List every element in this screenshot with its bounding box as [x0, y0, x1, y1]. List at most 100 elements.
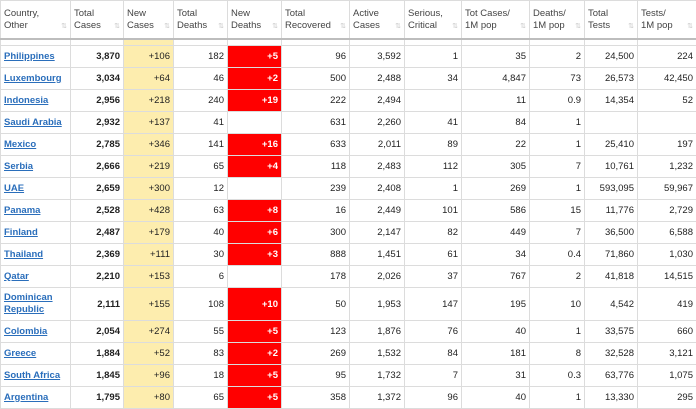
country-link[interactable]: Qatar	[4, 271, 29, 282]
cell-total-tests: 10,761	[585, 156, 638, 178]
cell-total-deaths: 6	[174, 266, 228, 288]
sort-icon[interactable]: ⇅	[575, 23, 581, 30]
country-link[interactable]: South Africa	[4, 370, 60, 381]
cell-deaths-per-million: 7	[530, 222, 585, 244]
cell-active-cases: 3,592	[350, 46, 405, 68]
sort-icon[interactable]: ⇅	[520, 23, 526, 30]
column-header-total-tests[interactable]: TotalTests⇅	[585, 1, 638, 40]
cell-new-deaths: +4	[228, 156, 282, 178]
cell-new-deaths: +2	[228, 343, 282, 365]
country-link[interactable]: Saudi Arabia	[4, 117, 62, 128]
column-header-cases-per-million[interactable]: Tot Cases/1M pop⇅	[462, 1, 530, 40]
sort-icon[interactable]: ⇅	[61, 23, 67, 30]
column-header-serious-critical[interactable]: Serious,Critical⇅	[405, 1, 462, 40]
cell-country: Panama	[1, 200, 71, 222]
cell-total-cases: 3,034	[71, 68, 124, 90]
country-link[interactable]: Greece	[4, 348, 36, 359]
cell-total-cases: 2,054	[71, 321, 124, 343]
cell-active-cases: 1,532	[350, 343, 405, 365]
cell-total-recovered: 118	[282, 156, 350, 178]
cell-cases-per-million: 40	[462, 387, 530, 409]
sort-icon[interactable]: ⇅	[114, 23, 120, 30]
cell-country: Indonesia	[1, 90, 71, 112]
column-header-active-cases[interactable]: ActiveCases⇅	[350, 1, 405, 40]
cell-total-deaths: 83	[174, 343, 228, 365]
table-row: Saudi Arabia2,932+137416312,26041841	[1, 112, 696, 134]
cell-total-deaths: 240	[174, 90, 228, 112]
country-link[interactable]: Thailand	[4, 249, 43, 260]
cell-new-cases: +64	[124, 68, 174, 90]
cell-cases-per-million: 11	[462, 90, 530, 112]
sort-icon[interactable]: ⇅	[628, 23, 634, 30]
column-header-country[interactable]: Country,Other⇅	[1, 1, 71, 40]
column-header-new-deaths[interactable]: NewDeaths⇅	[228, 1, 282, 40]
cell-cases-per-million: 449	[462, 222, 530, 244]
column-header-label: Critical	[408, 20, 437, 31]
sort-icon[interactable]: ⇅	[272, 23, 278, 30]
column-header-total-recovered[interactable]: TotalRecovered ⇅	[282, 1, 350, 40]
cell-deaths-per-million: 1	[530, 134, 585, 156]
header-row: Country,Other⇅TotalCases⇅NewCases⇅TotalD…	[1, 1, 696, 40]
cell-active-cases: 2,483	[350, 156, 405, 178]
column-header-new-cases[interactable]: NewCases⇅	[124, 1, 174, 40]
cell-active-cases: 2,488	[350, 68, 405, 90]
country-link[interactable]: UAE	[4, 183, 24, 194]
country-link[interactable]: Indonesia	[4, 95, 48, 106]
cell-total-recovered: 631	[282, 112, 350, 134]
cell-new-cases: +52	[124, 343, 174, 365]
cell-new-deaths: +3	[228, 244, 282, 266]
country-link[interactable]: Luxembourg	[4, 73, 62, 84]
cell-total-deaths: 41	[174, 112, 228, 134]
cell-new-deaths: +5	[228, 387, 282, 409]
table-row: Argentina1,795+8065+53581,3729640113,330…	[1, 387, 696, 409]
cell-tests-per-million: 419	[638, 288, 696, 321]
column-header-tests-per-million[interactable]: Tests/1M pop⇅	[638, 1, 696, 40]
country-link[interactable]: Panama	[4, 205, 40, 216]
cell-cases-per-million: 305	[462, 156, 530, 178]
table-row: Philippines3,870+106182+5963,592135224,5…	[1, 46, 696, 68]
cell-total-cases: 2,666	[71, 156, 124, 178]
cell-total-tests: 4,542	[585, 288, 638, 321]
country-link[interactable]: Mexico	[4, 139, 36, 150]
cell-active-cases: 1,451	[350, 244, 405, 266]
cell-tests-per-million: 224	[638, 46, 696, 68]
sort-icon[interactable]: ⇅	[395, 23, 401, 30]
cell-total-tests: 26,573	[585, 68, 638, 90]
cell-active-cases: 1,953	[350, 288, 405, 321]
country-link[interactable]: Argentina	[4, 392, 48, 403]
column-header-total-deaths[interactable]: TotalDeaths⇅	[174, 1, 228, 40]
sort-icon[interactable]: ⇅	[164, 23, 170, 30]
column-header-label: Total	[285, 8, 305, 19]
sort-icon[interactable]: ⇅	[687, 23, 693, 30]
cell-serious-critical: 1	[405, 178, 462, 200]
cell-cases-per-million: 586	[462, 200, 530, 222]
country-link[interactable]: Serbia	[4, 161, 33, 172]
cell-deaths-per-million: 10	[530, 288, 585, 321]
country-link[interactable]: Colombia	[4, 326, 47, 337]
cell-serious-critical: 96	[405, 387, 462, 409]
cell-serious-critical: 61	[405, 244, 462, 266]
sort-icon[interactable]: ⇅	[452, 23, 458, 30]
cell-deaths-per-million: 0.4	[530, 244, 585, 266]
cell-tests-per-million: 14,515	[638, 266, 696, 288]
sort-icon[interactable]: ⇅	[340, 23, 346, 30]
table-body: Philippines3,870+106182+5963,592135224,5…	[1, 39, 696, 409]
cell-serious-critical	[405, 90, 462, 112]
country-link[interactable]: Dominican Republic	[4, 292, 53, 315]
cell-total-cases: 2,210	[71, 266, 124, 288]
cell-cases-per-million: 195	[462, 288, 530, 321]
cell-cases-per-million: 22	[462, 134, 530, 156]
cell-total-tests: 24,500	[585, 46, 638, 68]
column-header-label: Recovered	[285, 20, 331, 31]
column-header-total-cases[interactable]: TotalCases⇅	[71, 1, 124, 40]
table-row: Mexico2,785+346141+166332,0118922125,410…	[1, 134, 696, 156]
cell-active-cases: 2,011	[350, 134, 405, 156]
cell-country: Philippines	[1, 46, 71, 68]
country-link[interactable]: Philippines	[4, 51, 55, 62]
country-link[interactable]: Finland	[4, 227, 38, 238]
cell-total-cases: 2,785	[71, 134, 124, 156]
sort-icon[interactable]: ⇅	[218, 23, 224, 30]
cell-total-deaths: 18	[174, 365, 228, 387]
column-header-deaths-per-million[interactable]: Deaths/1M pop⇅	[530, 1, 585, 40]
cell-new-deaths	[228, 112, 282, 134]
